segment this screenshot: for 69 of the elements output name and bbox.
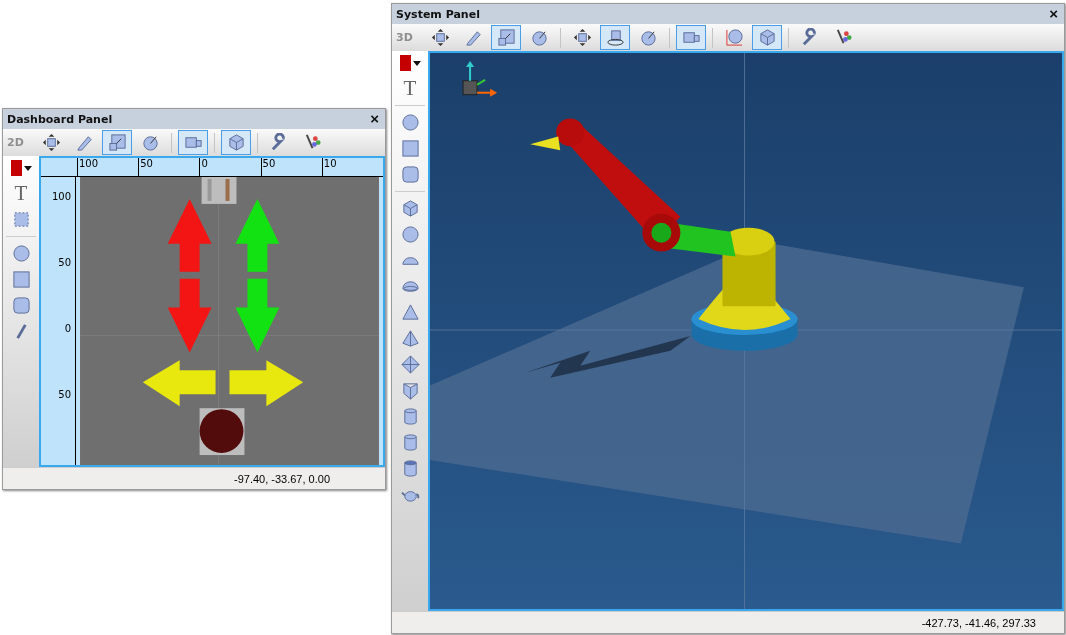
cone-icon	[400, 303, 420, 322]
cube-icon	[757, 28, 777, 47]
text-tool[interactable]: T	[403, 78, 417, 98]
prism-icon	[400, 381, 420, 400]
ruler-label: 100	[51, 191, 72, 203]
cursor-coordinates: -97.40, -33.67, 0.00	[234, 472, 330, 485]
move-icon	[572, 28, 592, 47]
tool-button[interactable]	[600, 25, 630, 50]
square-icon	[400, 139, 420, 158]
shape-tool[interactable]	[11, 244, 31, 263]
shape-tool[interactable]	[400, 329, 420, 348]
cube-icon	[226, 133, 246, 152]
text-frame-icon	[11, 210, 31, 229]
ruler-label: 0	[64, 323, 72, 335]
ruler-label: 100	[77, 158, 139, 176]
rotate-icon	[529, 28, 549, 47]
window-title: Dashboard Panel	[7, 112, 113, 126]
octahedron-icon	[400, 355, 420, 374]
pyramid-icon	[400, 329, 420, 348]
ruler-label: 50	[58, 389, 72, 401]
box-icon	[400, 199, 420, 218]
text-tool[interactable]: T	[14, 183, 28, 203]
shape-tool[interactable]	[11, 270, 31, 289]
color-picker[interactable]	[10, 160, 32, 176]
shape-tool[interactable]	[400, 225, 420, 244]
close-button[interactable]: ×	[368, 111, 381, 127]
pencil-icon	[463, 28, 483, 47]
tool-button[interactable]	[102, 130, 132, 155]
shape-tool[interactable]	[400, 165, 420, 184]
square-icon	[11, 270, 31, 289]
rotate-icon	[140, 133, 160, 152]
pencil-icon	[74, 133, 94, 152]
shape-tool[interactable]	[11, 296, 31, 315]
window-title: System Panel	[396, 7, 480, 21]
caret-icon	[23, 165, 32, 171]
rotate-icon	[638, 28, 658, 47]
shape-tool[interactable]	[400, 199, 420, 218]
move-icon	[430, 28, 450, 47]
ruler-label: 0	[199, 158, 261, 176]
ruler-label: 50	[138, 158, 200, 176]
shape-tool[interactable]	[11, 210, 31, 229]
close-button[interactable]: ×	[1047, 6, 1060, 22]
scale-icon	[496, 28, 516, 47]
mode-label: 2D	[7, 136, 25, 149]
axes-icon	[462, 60, 498, 97]
shape-tool[interactable]	[400, 139, 420, 158]
move-icon	[41, 133, 61, 152]
sphere-axes-icon	[724, 28, 744, 47]
color-picker[interactable]	[399, 55, 421, 71]
circle-icon	[400, 113, 420, 132]
rounded-square-icon	[400, 165, 420, 184]
caret-icon	[412, 60, 421, 66]
shape-tool[interactable]	[400, 113, 420, 132]
sphere-icon	[400, 225, 420, 244]
tool-button[interactable]	[221, 130, 251, 155]
mode-label: 3D	[396, 31, 414, 44]
shape-tool[interactable]	[400, 381, 420, 400]
ruler-label: 50	[58, 257, 72, 269]
rounded-square-icon	[11, 296, 31, 315]
circle-icon	[11, 244, 31, 263]
shape-tool[interactable]	[400, 303, 420, 322]
shape-tool[interactable]	[400, 355, 420, 374]
ruler-label: 50	[260, 158, 322, 176]
cursor-coordinates: -427.73, -41.46, 297.33	[921, 616, 1036, 629]
tool-button[interactable]	[752, 25, 782, 50]
tool-button[interactable]	[491, 25, 521, 50]
scale-icon	[107, 133, 127, 152]
ruler-label: 10	[321, 158, 383, 176]
orbit-icon	[605, 28, 625, 47]
